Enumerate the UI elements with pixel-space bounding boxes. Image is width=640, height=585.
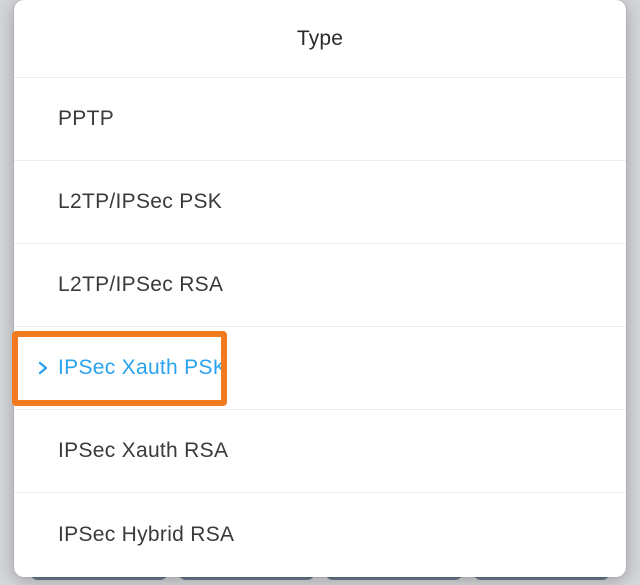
type-option[interactable]: IPSec Xauth PSK	[14, 327, 626, 410]
type-option-label: IPSec Hybrid RSA	[58, 523, 234, 547]
modal-title: Type	[297, 27, 343, 51]
type-option-label: IPSec Xauth RSA	[58, 439, 228, 463]
type-picker-modal: Type PPTP L2TP/IPSec PSK L2TP/IPSec RSA IPS…	[14, 0, 626, 577]
type-option-label: L2TP/IPSec RSA	[58, 273, 223, 297]
type-option-label: L2TP/IPSec PSK	[58, 190, 222, 214]
type-option[interactable]: PPTP	[14, 78, 626, 161]
type-option[interactable]: L2TP/IPSec RSA	[14, 244, 626, 327]
modal-header: Type	[14, 0, 626, 78]
type-option-label: IPSec Xauth PSK	[58, 356, 227, 380]
type-option-label: PPTP	[58, 107, 114, 131]
type-option[interactable]: IPSec Hybrid RSA	[14, 493, 626, 576]
type-option[interactable]: L2TP/IPSec PSK	[14, 161, 626, 244]
type-list: PPTP L2TP/IPSec PSK L2TP/IPSec RSA IPSec Xa…	[14, 78, 626, 577]
type-option[interactable]: IPSec Xauth RSA	[14, 410, 626, 493]
chevron-right-icon	[36, 361, 50, 375]
